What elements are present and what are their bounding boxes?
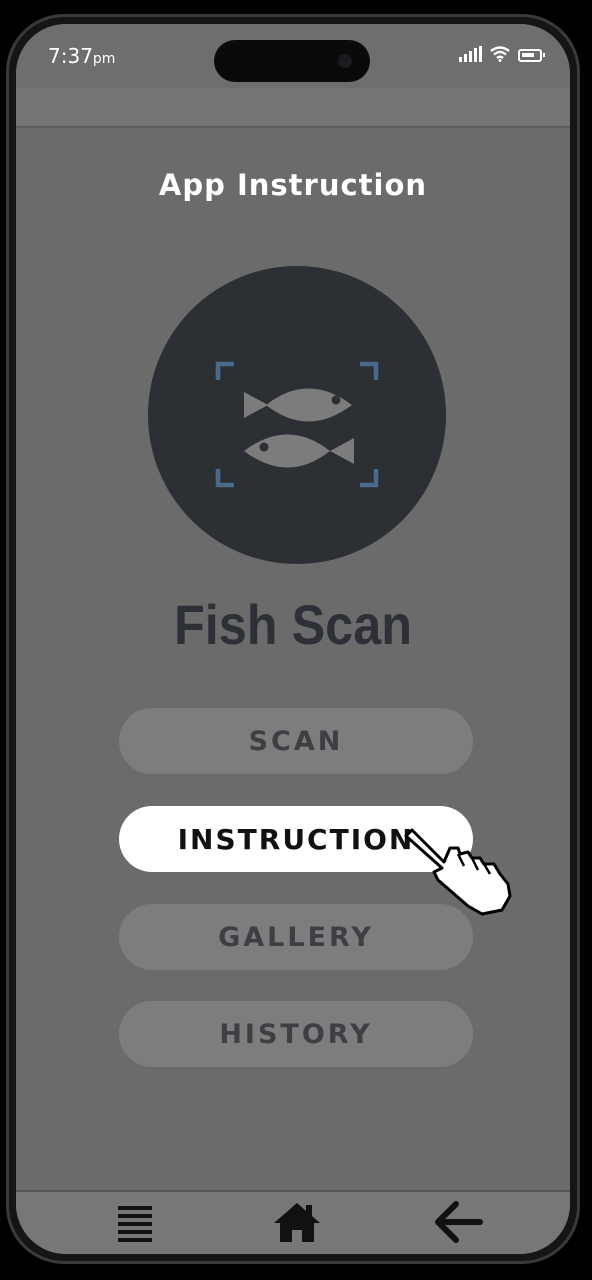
status-time: 7:37pm <box>48 44 115 68</box>
app-name: Fish Scan <box>173 593 413 656</box>
screen: 7:37pm App Instruction Fish Scan SCAN IN… <box>16 24 570 1254</box>
menu-icon <box>118 1206 152 1242</box>
camera-notch <box>214 40 370 82</box>
bottom-nav <box>16 1190 570 1254</box>
status-time-value: 7:37 <box>48 44 93 68</box>
wifi-icon <box>490 46 510 62</box>
battery-icon <box>518 49 545 62</box>
nav-menu[interactable] <box>110 1200 160 1244</box>
page-title: App Instruction <box>158 168 428 202</box>
status-icons <box>459 46 545 62</box>
app-bar <box>16 88 570 128</box>
back-arrow-icon <box>435 1201 483 1243</box>
app-logo <box>148 266 446 564</box>
fish-scan-icon <box>215 361 379 488</box>
nav-back[interactable] <box>434 1200 484 1244</box>
history-button[interactable]: HISTORY <box>119 1001 473 1067</box>
nav-home[interactable] <box>272 1200 322 1244</box>
status-time-ampm: pm <box>92 51 116 67</box>
hand-pointer-icon <box>404 828 512 916</box>
phone-frame: 7:37pm App Instruction Fish Scan SCAN IN… <box>6 14 580 1264</box>
status-bar: 7:37pm <box>16 24 570 88</box>
scan-button[interactable]: SCAN <box>119 708 473 774</box>
signal-icon <box>459 46 482 62</box>
home-icon <box>274 1203 320 1242</box>
